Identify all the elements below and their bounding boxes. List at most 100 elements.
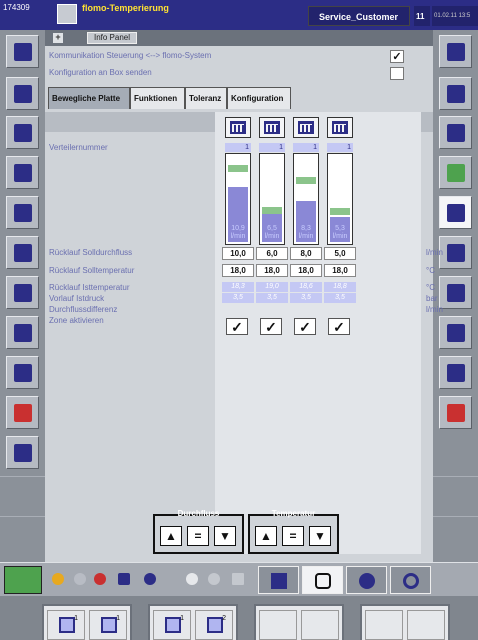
left-nav-button-10[interactable] xyxy=(6,396,39,429)
send-config-checkbox[interactable] xyxy=(390,67,404,80)
key-2b-number: 2 xyxy=(222,615,226,622)
key-4a[interactable] xyxy=(365,610,403,640)
zone-2-flow-set-input[interactable]: 6,0 xyxy=(256,247,288,260)
key-1b-number: 1 xyxy=(116,615,120,622)
right-nav-button-8[interactable] xyxy=(439,316,472,349)
left-nav-button-8[interactable] xyxy=(6,316,39,349)
right-spacer-1 xyxy=(433,476,478,510)
zone-3-verteiler: 1 xyxy=(293,143,319,152)
zone-2-activate-checkbox[interactable]: ✓ xyxy=(260,318,282,335)
zone-4-pressure-actual: 3,5 xyxy=(324,293,356,303)
durchfluss-up-button[interactable]: ▲ xyxy=(160,526,182,546)
left-nav-button-2[interactable] xyxy=(6,77,39,110)
zone-3-flow-set-input[interactable]: 8,0 xyxy=(290,247,322,260)
lock-icon[interactable] xyxy=(232,573,244,585)
key-4b[interactable] xyxy=(407,610,445,640)
tab-bewegliche-platte[interactable]: Bewegliche Platte xyxy=(48,87,130,109)
zone-4-header-icon[interactable] xyxy=(327,117,353,138)
tab-konfiguration[interactable]: Konfiguration xyxy=(227,87,291,109)
person-icon[interactable] xyxy=(208,573,220,585)
right-nav-button-2[interactable] xyxy=(439,77,472,110)
key-3a[interactable] xyxy=(259,610,297,640)
key-1b[interactable]: 1 xyxy=(89,610,127,640)
clock-icon[interactable] xyxy=(186,573,198,585)
unit-pressure: bar xyxy=(426,294,438,303)
zone-2-pressure-actual: 3,5 xyxy=(256,293,288,303)
datetime-badge: 01.02.11 13:5 xyxy=(432,6,478,26)
zone-4-temp-actual: 18,8 xyxy=(324,282,356,292)
mode-manual-button[interactable] xyxy=(258,566,299,594)
zone-3-flow-gauge: 8,3 l/min xyxy=(293,153,319,245)
durchfluss-equal-button[interactable]: = xyxy=(187,526,209,546)
mode-hand-button[interactable] xyxy=(302,566,343,594)
info-icon xyxy=(447,364,465,382)
left-nav-button-6[interactable] xyxy=(6,236,39,269)
alarm-icon xyxy=(447,404,465,422)
temperatur-up-button[interactable]: ▲ xyxy=(255,526,277,546)
zone-1-flow-gauge: 10,9 l/min xyxy=(225,153,251,245)
ruler-icon xyxy=(14,284,32,302)
zone-4-activate-checkbox[interactable]: ✓ xyxy=(328,318,350,335)
right-nav-button-1[interactable] xyxy=(439,35,472,68)
zone-4-flow-set-input[interactable]: 5,0 xyxy=(324,247,356,260)
pencil-icon xyxy=(14,324,32,342)
unit-temp-set: °C xyxy=(426,266,435,275)
right-nav-button-9[interactable] xyxy=(439,356,472,389)
cutter-icon[interactable] xyxy=(94,573,106,585)
right-nav-button-10[interactable] xyxy=(439,396,472,429)
temperatur-group: Temperatur ▲ = ▼ xyxy=(248,509,339,554)
right-nav-button-4[interactable] xyxy=(439,156,472,189)
zone-1-header-icon[interactable] xyxy=(225,117,251,138)
tab-toleranz[interactable]: Toleranz xyxy=(185,87,227,109)
left-nav-button-9[interactable] xyxy=(6,356,39,389)
user-badge[interactable]: Service_Customer xyxy=(308,6,410,26)
info-panel-button[interactable]: Info Panel xyxy=(87,32,137,44)
zone-1-temp-set-input[interactable]: 18,0 xyxy=(222,264,254,277)
key-group-2: 1 2 xyxy=(148,604,238,640)
tab-funktionen[interactable]: Funktionen xyxy=(130,87,185,109)
key-1a[interactable]: 1 xyxy=(47,610,85,640)
mode-auto-button[interactable] xyxy=(390,566,431,594)
right-nav-button-6[interactable] xyxy=(439,236,472,269)
zone-4-temp-set-input[interactable]: 18,0 xyxy=(324,264,356,277)
right-nav-button-5[interactable] xyxy=(439,196,472,229)
globe-icon[interactable] xyxy=(144,573,156,585)
left-nav-button-3[interactable] xyxy=(6,116,39,149)
left-nav-button-7[interactable] xyxy=(6,276,39,309)
right-nav-button-3[interactable] xyxy=(439,116,472,149)
tools-icon xyxy=(14,204,32,222)
rotate-icon[interactable] xyxy=(74,573,86,585)
durchfluss-down-button[interactable]: ▼ xyxy=(214,526,236,546)
key-2a[interactable]: 1 xyxy=(153,610,191,640)
home-icon[interactable] xyxy=(4,566,42,594)
zone-2-flow-gauge: 6,5 l/min xyxy=(259,153,285,245)
zone-1-flow-set-input[interactable]: 10,0 xyxy=(222,247,254,260)
zone-4-flow-display: 5,3 l/min xyxy=(332,225,348,240)
zone-2-header-icon[interactable] xyxy=(259,117,285,138)
key-3b[interactable] xyxy=(301,610,339,640)
zone-3-temp-set-input[interactable]: 18,0 xyxy=(290,264,322,277)
expand-icon[interactable]: + xyxy=(53,33,63,43)
arrows-icon xyxy=(14,85,32,103)
zone-1-activate-checkbox[interactable]: ✓ xyxy=(226,318,248,335)
communication-checkbox[interactable]: ✓ xyxy=(390,50,404,63)
mold-icon xyxy=(207,617,223,633)
zone-2-temp-set-input[interactable]: 18,0 xyxy=(256,264,288,277)
temperatur-down-button[interactable]: ▼ xyxy=(309,526,331,546)
right-nav-button-7[interactable] xyxy=(439,276,472,309)
zone-2-flow-display: 6,5 l/min xyxy=(264,225,280,240)
left-nav-button-1[interactable] xyxy=(6,35,39,68)
left-spacer-1 xyxy=(0,476,45,510)
mode-setup-button[interactable] xyxy=(346,566,387,594)
left-nav-button-5[interactable] xyxy=(6,196,39,229)
status-icon[interactable] xyxy=(52,573,64,585)
zone-3-header-icon[interactable] xyxy=(293,117,319,138)
app-icon xyxy=(57,4,77,24)
left-nav-button-11[interactable] xyxy=(6,436,39,469)
zone-3-activate-checkbox[interactable]: ✓ xyxy=(294,318,316,335)
zone-1-verteiler: 1 xyxy=(225,143,251,152)
temperatur-equal-button[interactable]: = xyxy=(282,526,304,546)
left-nav-button-4[interactable] xyxy=(6,156,39,189)
key-2b[interactable]: 2 xyxy=(195,610,233,640)
module-icon[interactable] xyxy=(118,573,130,585)
